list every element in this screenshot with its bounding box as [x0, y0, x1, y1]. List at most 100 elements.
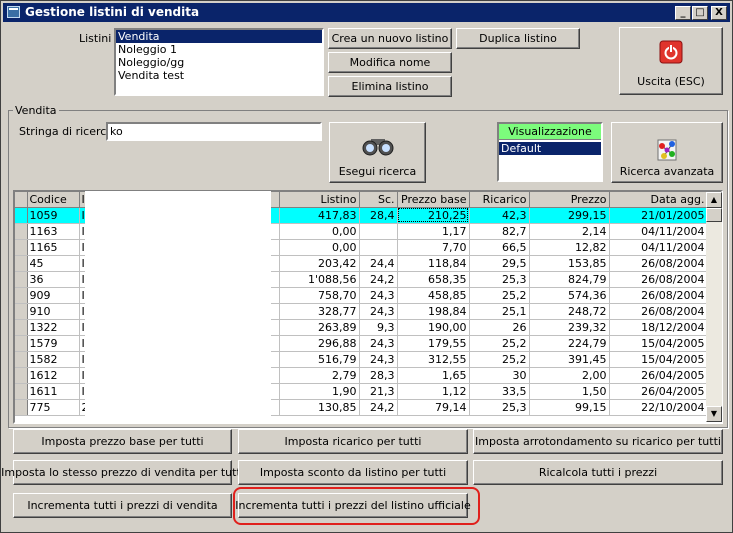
- cell-prezzo-base: 198,84: [397, 303, 470, 320]
- col-ricarico[interactable]: Ricarico: [469, 192, 530, 208]
- cell-sc: 24,3: [359, 303, 398, 320]
- cell-prezzo: 12,82: [529, 239, 610, 256]
- window-title: Gestione listini di vendita: [25, 5, 200, 19]
- cell-listino: 2 1'088,56: [279, 271, 360, 288]
- cell-codice: 775: [27, 399, 80, 416]
- cell-sc: 28,4: [359, 207, 398, 224]
- cell-listino-value: 263,89: [318, 320, 357, 334]
- cell-data-agg: 04/11/2004: [609, 239, 708, 256]
- cell-listino: 417,83: [279, 207, 360, 224]
- cell-listino-value: 2,79: [332, 368, 357, 382]
- cell-ricarico: 30: [469, 367, 530, 384]
- visualizzazione-item[interactable]: Default: [499, 142, 601, 155]
- cell-listino: 0,00: [279, 223, 360, 240]
- minimize-button[interactable]: _: [675, 6, 691, 20]
- cell-ricarico: 66,5: [469, 239, 530, 256]
- elimina-listino-button[interactable]: Elimina listino: [328, 76, 452, 97]
- listini-item[interactable]: Vendita test: [116, 69, 322, 82]
- cell-data-agg: 21/01/2005: [609, 207, 708, 224]
- cell-prezzo-base: 1,65: [397, 367, 470, 384]
- cell-prezzo: 239,32: [529, 319, 610, 336]
- search-input[interactable]: [106, 122, 322, 141]
- scroll-thumb[interactable]: [706, 208, 722, 222]
- cell-data-agg: 15/04/2005: [609, 351, 708, 368]
- cell-prezzo-base: 312,55: [397, 351, 470, 368]
- maximize-button[interactable]: □: [692, 6, 708, 20]
- grid-vertical-scrollbar[interactable]: ▲ ▼: [706, 192, 722, 422]
- cell-sc: 24,3: [359, 351, 398, 368]
- cell-listino: 203,42: [279, 255, 360, 272]
- row-indicator: [15, 335, 28, 352]
- row-indicator: [15, 351, 28, 368]
- cell-data-agg: 26/08/2004: [609, 271, 708, 288]
- cell-codice: 910: [27, 303, 80, 320]
- scroll-down-button[interactable]: ▼: [706, 406, 722, 422]
- cell-prezzo: 99,15: [529, 399, 610, 416]
- visualizzazione-listbox[interactable]: Visualizzazione Default: [497, 122, 603, 182]
- cell-ricarico: 25,2: [469, 287, 530, 304]
- ricalcola-prezzi-button[interactable]: Ricalcola tutti i prezzi: [473, 460, 723, 485]
- listini-item[interactable]: Vendita: [116, 30, 322, 43]
- col-codice[interactable]: Codice: [27, 192, 80, 208]
- cell-prezzo: 153,85: [529, 255, 610, 272]
- cell-listino-value: 203,42: [318, 256, 357, 270]
- title-bar: Gestione listini di vendita _ □ X: [3, 3, 730, 22]
- cell-codice: 1059: [27, 207, 80, 224]
- cell-listino-value: 130,85: [318, 400, 357, 414]
- cell-listino: 2 758,70: [279, 287, 360, 304]
- listini-listbox[interactable]: Vendita Noleggio 1 Noleggio/gg Vendita t…: [114, 28, 324, 96]
- cell-sc: 9,3: [359, 319, 398, 336]
- ricerca-avanzata-button[interactable]: Ricerca avanzata: [611, 122, 723, 183]
- visualizzazione-header: Visualizzazione: [499, 124, 601, 140]
- cell-ricarico: 82,7: [469, 223, 530, 240]
- incrementa-listino-ufficiale-button[interactable]: Incrementa tutti i prezzi del listino uf…: [235, 493, 471, 518]
- cell-listino: 296,88: [279, 335, 360, 352]
- row-indicator-header: [15, 192, 28, 208]
- redacted-description-area: [85, 191, 271, 423]
- imposta-ricarico-button[interactable]: Imposta ricarico per tutti: [238, 429, 468, 454]
- col-prezzo[interactable]: Prezzo: [529, 192, 610, 208]
- ricerca-avanzata-label: Ricerca avanzata: [619, 165, 715, 178]
- row-indicator: [15, 239, 28, 256]
- cell-listino: 0,00: [279, 239, 360, 256]
- cell-ricarico: 25,2: [469, 335, 530, 352]
- row-indicator: [15, 287, 28, 304]
- cell-codice: 1165: [27, 239, 80, 256]
- cell-ricarico: 33,5: [469, 383, 530, 400]
- imposta-sconto-button[interactable]: Imposta sconto da listino per tutti: [238, 460, 468, 485]
- cell-codice: 1582: [27, 351, 80, 368]
- uscita-button[interactable]: Uscita (ESC): [619, 27, 723, 95]
- row-indicator: [15, 399, 28, 416]
- col-prezzo-base[interactable]: Prezzo base: [397, 192, 470, 208]
- cell-prezzo-base: 210,25: [397, 207, 470, 224]
- cell-listino-value: 0,00: [332, 240, 357, 254]
- cell-data-agg: 04/11/2004: [609, 223, 708, 240]
- cell-data-agg: 26/04/2005: [609, 367, 708, 384]
- cell-listino-value: 417,83: [318, 208, 357, 222]
- col-data-agg[interactable]: Data agg.: [609, 192, 708, 208]
- listini-item[interactable]: Noleggio 1: [116, 43, 322, 56]
- esegui-ricerca-button[interactable]: Esegui ricerca: [329, 122, 426, 183]
- modifica-nome-button[interactable]: Modifica nome: [328, 52, 452, 73]
- imposta-arrotondamento-button[interactable]: Imposta arrotondamento su ricarico per t…: [473, 429, 723, 454]
- close-button[interactable]: X: [711, 6, 727, 20]
- listini-item[interactable]: Noleggio/gg: [116, 56, 322, 69]
- imposta-prezzo-base-button[interactable]: Imposta prezzo base per tutti: [13, 429, 232, 454]
- col-sc[interactable]: Sc.: [359, 192, 398, 208]
- duplica-listino-button[interactable]: Duplica listino: [456, 28, 580, 49]
- cell-ricarico: 25,3: [469, 399, 530, 416]
- col-listino[interactable]: Listino: [279, 192, 360, 208]
- cell-codice: 45: [27, 255, 80, 272]
- incrementa-prezzi-vendita-button[interactable]: Incrementa tutti i prezzi di vendita: [13, 493, 232, 518]
- cell-listino: 2,79: [279, 367, 360, 384]
- cell-data-agg: 26/08/2004: [609, 255, 708, 272]
- molecule-icon: [657, 139, 677, 161]
- crea-listino-button[interactable]: Crea un nuovo listino: [328, 28, 452, 49]
- uscita-label: Uscita (ESC): [637, 75, 705, 88]
- power-icon: [659, 40, 683, 64]
- cell-sc: [359, 239, 398, 256]
- cell-data-agg: 26/08/2004: [609, 303, 708, 320]
- cell-ricarico: 25,1: [469, 303, 530, 320]
- scroll-up-button[interactable]: ▲: [706, 192, 722, 208]
- imposta-stesso-prezzo-button[interactable]: Imposta lo stesso prezzo di vendita per …: [1, 460, 244, 485]
